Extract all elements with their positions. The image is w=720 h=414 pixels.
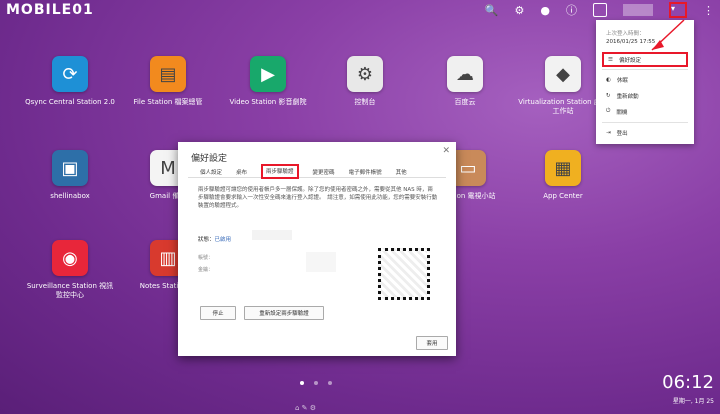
camera-icon: ◉: [52, 240, 88, 276]
folder-icon: ▤: [150, 56, 186, 92]
top-toolbar: 🔍 ⚙ ● ⓘ ▾ ⋮: [485, 2, 714, 18]
film-icon: ▶: [250, 56, 286, 92]
more-icon[interactable]: ⋮: [703, 4, 714, 17]
divider: [602, 122, 688, 123]
key-label: 金鑰：: [198, 267, 214, 273]
menu-item-logout[interactable]: ⇥ 登出: [602, 125, 688, 141]
sync-icon: ⟳: [52, 56, 88, 92]
user-icon[interactable]: [593, 3, 607, 17]
app-label: 控制台: [354, 98, 376, 106]
app-cloud[interactable]: ☁ 百度云: [420, 56, 510, 107]
page-indicator: [300, 381, 332, 385]
qr-code: [378, 248, 430, 300]
menu-item-label: 登出: [616, 130, 628, 137]
page-dot[interactable]: [300, 381, 304, 385]
tab-two-step[interactable]: 兩步驟驗證: [261, 164, 299, 179]
tab-password[interactable]: 變更密碼: [313, 165, 335, 177]
menu-item-sleep[interactable]: ◐ 休眠: [602, 72, 688, 88]
bottom-dock: ⌂ ✎ ⚙: [295, 404, 317, 412]
status-label: 狀態：: [198, 237, 215, 243]
user-name-bar[interactable]: [623, 4, 653, 16]
restart-icon: ↻: [606, 92, 611, 99]
menu-item-preferences[interactable]: ☰ 偏好設定: [602, 52, 688, 67]
app-label: Video Station 影音劇院: [229, 98, 307, 106]
cube-icon: ◆: [545, 56, 581, 92]
preferences-dialog: 偏好設定 ✕ 個人設定 桌布 兩步驟驗證 變更密碼 電子郵件帳號 其他 兩步驟驗…: [178, 142, 456, 356]
stop-button[interactable]: 停止: [200, 306, 236, 320]
status-value: 已啟用: [214, 237, 232, 243]
close-icon[interactable]: ✕: [442, 146, 450, 156]
watermark: MOBILE01: [6, 2, 94, 18]
gear-icon: ⚙: [347, 56, 383, 92]
power-icon: ⏻: [606, 108, 611, 114]
menu-item-label: 關機: [616, 109, 628, 116]
app-appcenter[interactable]: ▦ App Center: [518, 150, 608, 201]
app-label: Surveillance Station 視訊監控中心: [26, 282, 114, 299]
tab-wallpaper[interactable]: 桌布: [236, 165, 247, 177]
redacted-area: [306, 252, 336, 272]
menu-item-label: 偏好設定: [618, 57, 641, 64]
app-folder[interactable]: ▤ File Station 檔案總管: [123, 56, 213, 107]
tab-personal[interactable]: 個人設定: [200, 165, 222, 177]
date: 星期一, 1月 25: [672, 398, 714, 405]
apply-button[interactable]: 套用: [416, 336, 448, 350]
tasks-icon[interactable]: ⚙: [515, 4, 525, 17]
last-login: 上次登入時間： 2016/01/25 17:55: [606, 30, 655, 46]
app-label: shellinabox: [50, 192, 90, 200]
list-icon: ☰: [608, 56, 613, 63]
app-label: File Station 檔案總管: [133, 98, 203, 106]
menu-item-restart[interactable]: ↻ 重新啟動: [602, 88, 688, 104]
menu-caret-icon[interactable]: ▾: [669, 2, 687, 18]
account-label: 帳號：: [198, 255, 214, 261]
page-dot[interactable]: [328, 381, 332, 385]
last-login-time: 2016/01/25 17:55: [606, 39, 656, 45]
app-film[interactable]: ▶ Video Station 影音劇院: [223, 56, 313, 107]
redacted-area: [252, 230, 292, 240]
info-icon[interactable]: ⓘ: [566, 2, 577, 18]
appcenter-icon: ▦: [545, 150, 581, 186]
shell-icon: ▣: [52, 150, 88, 186]
cloud-icon: ☁: [447, 56, 483, 92]
app-label: 百度云: [454, 98, 476, 106]
clock: 06:12: [662, 372, 714, 393]
app-shell[interactable]: ▣ shellinabox: [25, 150, 115, 201]
menu-item-shutdown[interactable]: ⏻ 關機: [602, 104, 688, 120]
app-label: App Center: [543, 192, 583, 200]
page-dot[interactable]: [314, 381, 318, 385]
notify-icon[interactable]: ●: [540, 4, 550, 17]
tab-other[interactable]: 其他: [396, 165, 407, 177]
menu-item-label: 重新啟動: [616, 93, 639, 100]
status-row: 狀態：已啟用: [198, 235, 231, 243]
last-login-label: 上次登入時間：: [606, 31, 645, 37]
reset-two-step-button[interactable]: 重新設定兩步驟驗證: [244, 306, 324, 320]
app-gear[interactable]: ⚙ 控制台: [320, 56, 410, 107]
dialog-tabs: 個人設定 桌布 兩步驟驗證 變更密碼 電子郵件帳號 其他: [188, 164, 446, 179]
menu-item-label: 休眠: [616, 77, 628, 84]
app-sync[interactable]: ⟳ Qsync Central Station 2.0: [25, 56, 115, 107]
two-step-description: 兩步驟驗證可讓您的使用者帳戶多一層保護。除了您的使用者密碼之外，需要從其他 NA…: [198, 187, 438, 209]
app-camera[interactable]: ◉ Surveillance Station 視訊監控中心: [25, 240, 115, 300]
app-label: Virtualization Station 虛擬工作站: [518, 98, 608, 115]
sleep-icon: ◐: [606, 76, 611, 83]
search-icon[interactable]: 🔍: [485, 4, 499, 17]
divider: [602, 69, 688, 70]
user-dropdown-menu: 上次登入時間： 2016/01/25 17:55 ☰ 偏好設定 ◐ 休眠 ↻ 重新啟動…: [596, 20, 694, 144]
dialog-title: 偏好設定: [191, 154, 228, 164]
app-cube[interactable]: ◆ Virtualization Station 虛擬工作站: [518, 56, 608, 116]
logout-icon: ⇥: [606, 129, 611, 136]
tab-email[interactable]: 電子郵件帳號: [349, 165, 382, 177]
app-label: Qsync Central Station 2.0: [25, 98, 115, 106]
